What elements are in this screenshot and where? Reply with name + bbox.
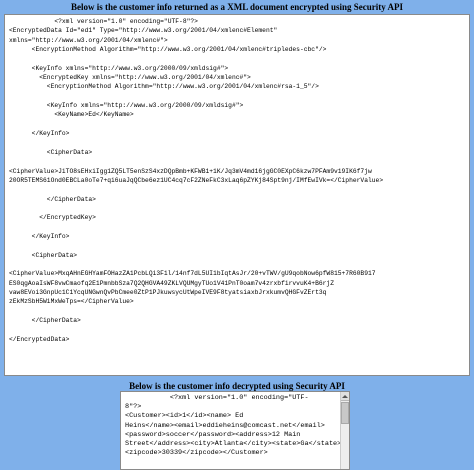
encrypted-xml-line: <EncryptionMethod Algorithm="http://www.… (9, 46, 327, 54)
decrypted-xml-line: <zipcode>30339</zipcode></Customer> (125, 449, 268, 458)
encrypted-xml-line: <?xml version="1.0" encoding="UTF-8"?> (9, 18, 198, 25)
encrypted-xml-line: zEkMzSbH5WiMxWeTps=</CipherValue> (9, 298, 134, 306)
encrypted-xml-line: </KeyInfo> (9, 130, 70, 138)
decrypted-scrollbar[interactable] (340, 392, 349, 469)
encrypted-xml-line (9, 185, 465, 194)
scroll-up-arrow-icon[interactable] (341, 392, 349, 401)
encrypted-xml-line: <CipherValue>JiTO8sEHxiIgg1ZQ5LT5enSzS4x… (9, 167, 372, 175)
encrypted-xml-line (9, 138, 465, 147)
decrypted-xml-textarea[interactable]: <?xml version="1.0" encoding="UTF- 8"?> <C… (120, 391, 350, 470)
encrypted-xml-line: <KeyInfo xmlns="http://www.w3.org/2000/0… (9, 102, 244, 110)
decrypted-xml-line: <?xml version="1.0" encoding="UTF- (125, 394, 309, 402)
encrypted-xml-line: <CipherData> (9, 251, 78, 259)
encrypted-xml-textarea[interactable]: <?xml version="1.0" encoding="UTF-8"?> <E… (4, 14, 470, 376)
encrypted-xml-line: 20OR5TEMS61Ond0EBCLa0oTe7+qi6uaJqQCbe6ez… (9, 176, 384, 184)
decrypted-xml-line: 8"?> (125, 403, 142, 412)
encrypted-xml-line: <EncryptionMethod Algorithm="http://www.… (9, 83, 319, 91)
encrypted-xml-line: vaw8EVoi3GnpUc1C1YcqUNGwnQvPbCmee0ZtP1PJ… (9, 288, 327, 296)
encrypted-xml-line: <KeyInfo xmlns="http://www.w3.org/2000/0… (9, 64, 229, 72)
encrypted-xml-line: </EncryptedData> (9, 335, 70, 343)
encrypted-xml-line: </KeyInfo> (9, 232, 70, 240)
scrollbar-thumb[interactable] (341, 402, 349, 424)
encrypted-xml-line (9, 241, 465, 250)
encrypted-xml-line: <CipherValue>MxqAHnEGHYamFOHazZA1PcbLQi3… (9, 270, 376, 278)
decrypted-section-heading: Below is the customer info decrypted usi… (129, 381, 345, 391)
encrypted-xml-line: <KeyName>Ed</KeyName> (9, 111, 134, 119)
encrypted-xml-line: ES0qgAoaIsWF8vwCmaofq2E1PmnbbSza7Q2QHGVA… (9, 279, 334, 287)
encrypted-xml-line (9, 223, 465, 232)
encrypted-xml-line (9, 204, 465, 213)
encrypted-xml-content: <?xml version="1.0" encoding="UTF-8"?> <E… (9, 17, 465, 344)
encrypted-xml-line: </CipherData> (9, 195, 96, 203)
encrypted-xml-line (9, 157, 465, 166)
encrypted-xml-line (9, 54, 465, 63)
decrypted-xml-line: <password>soccer</password><address>12 M… (125, 430, 301, 439)
decrypted-xml-line: Heins</name><email>eddieheins@comcast.ne… (125, 421, 325, 430)
encrypted-xml-line: <EncryptedKey xmlns="http://www.w3.org/2… (9, 74, 251, 82)
encrypted-xml-line: <CipherData> (9, 148, 93, 156)
encrypted-xml-line (9, 307, 465, 316)
encrypted-xml-line (9, 120, 465, 129)
encrypted-xml-line (9, 260, 465, 269)
encrypted-xml-line (9, 325, 465, 334)
encrypted-xml-line (9, 92, 465, 101)
encrypted-xml-line: </CipherData> (9, 317, 81, 324)
decrypted-xml-line: Street</address><city>Atlanta</city><sta… (125, 439, 342, 448)
encrypted-section-heading: Below is the customer info returned as a… (71, 2, 403, 12)
decrypted-xml-line: <Customer><id>1</id><name> Ed (125, 412, 244, 421)
encrypted-xml-line: <EncryptedData Id="ed1" Type="http://www… (9, 27, 278, 35)
encrypted-xml-line: xmlns="http://www.w3.org/2001/04/xmlenc#… (9, 36, 168, 44)
encrypted-xml-line: </EncryptedKey> (9, 214, 96, 222)
decrypted-xml-content: <?xml version="1.0" encoding="UTF- 8"?> <C… (125, 394, 345, 458)
